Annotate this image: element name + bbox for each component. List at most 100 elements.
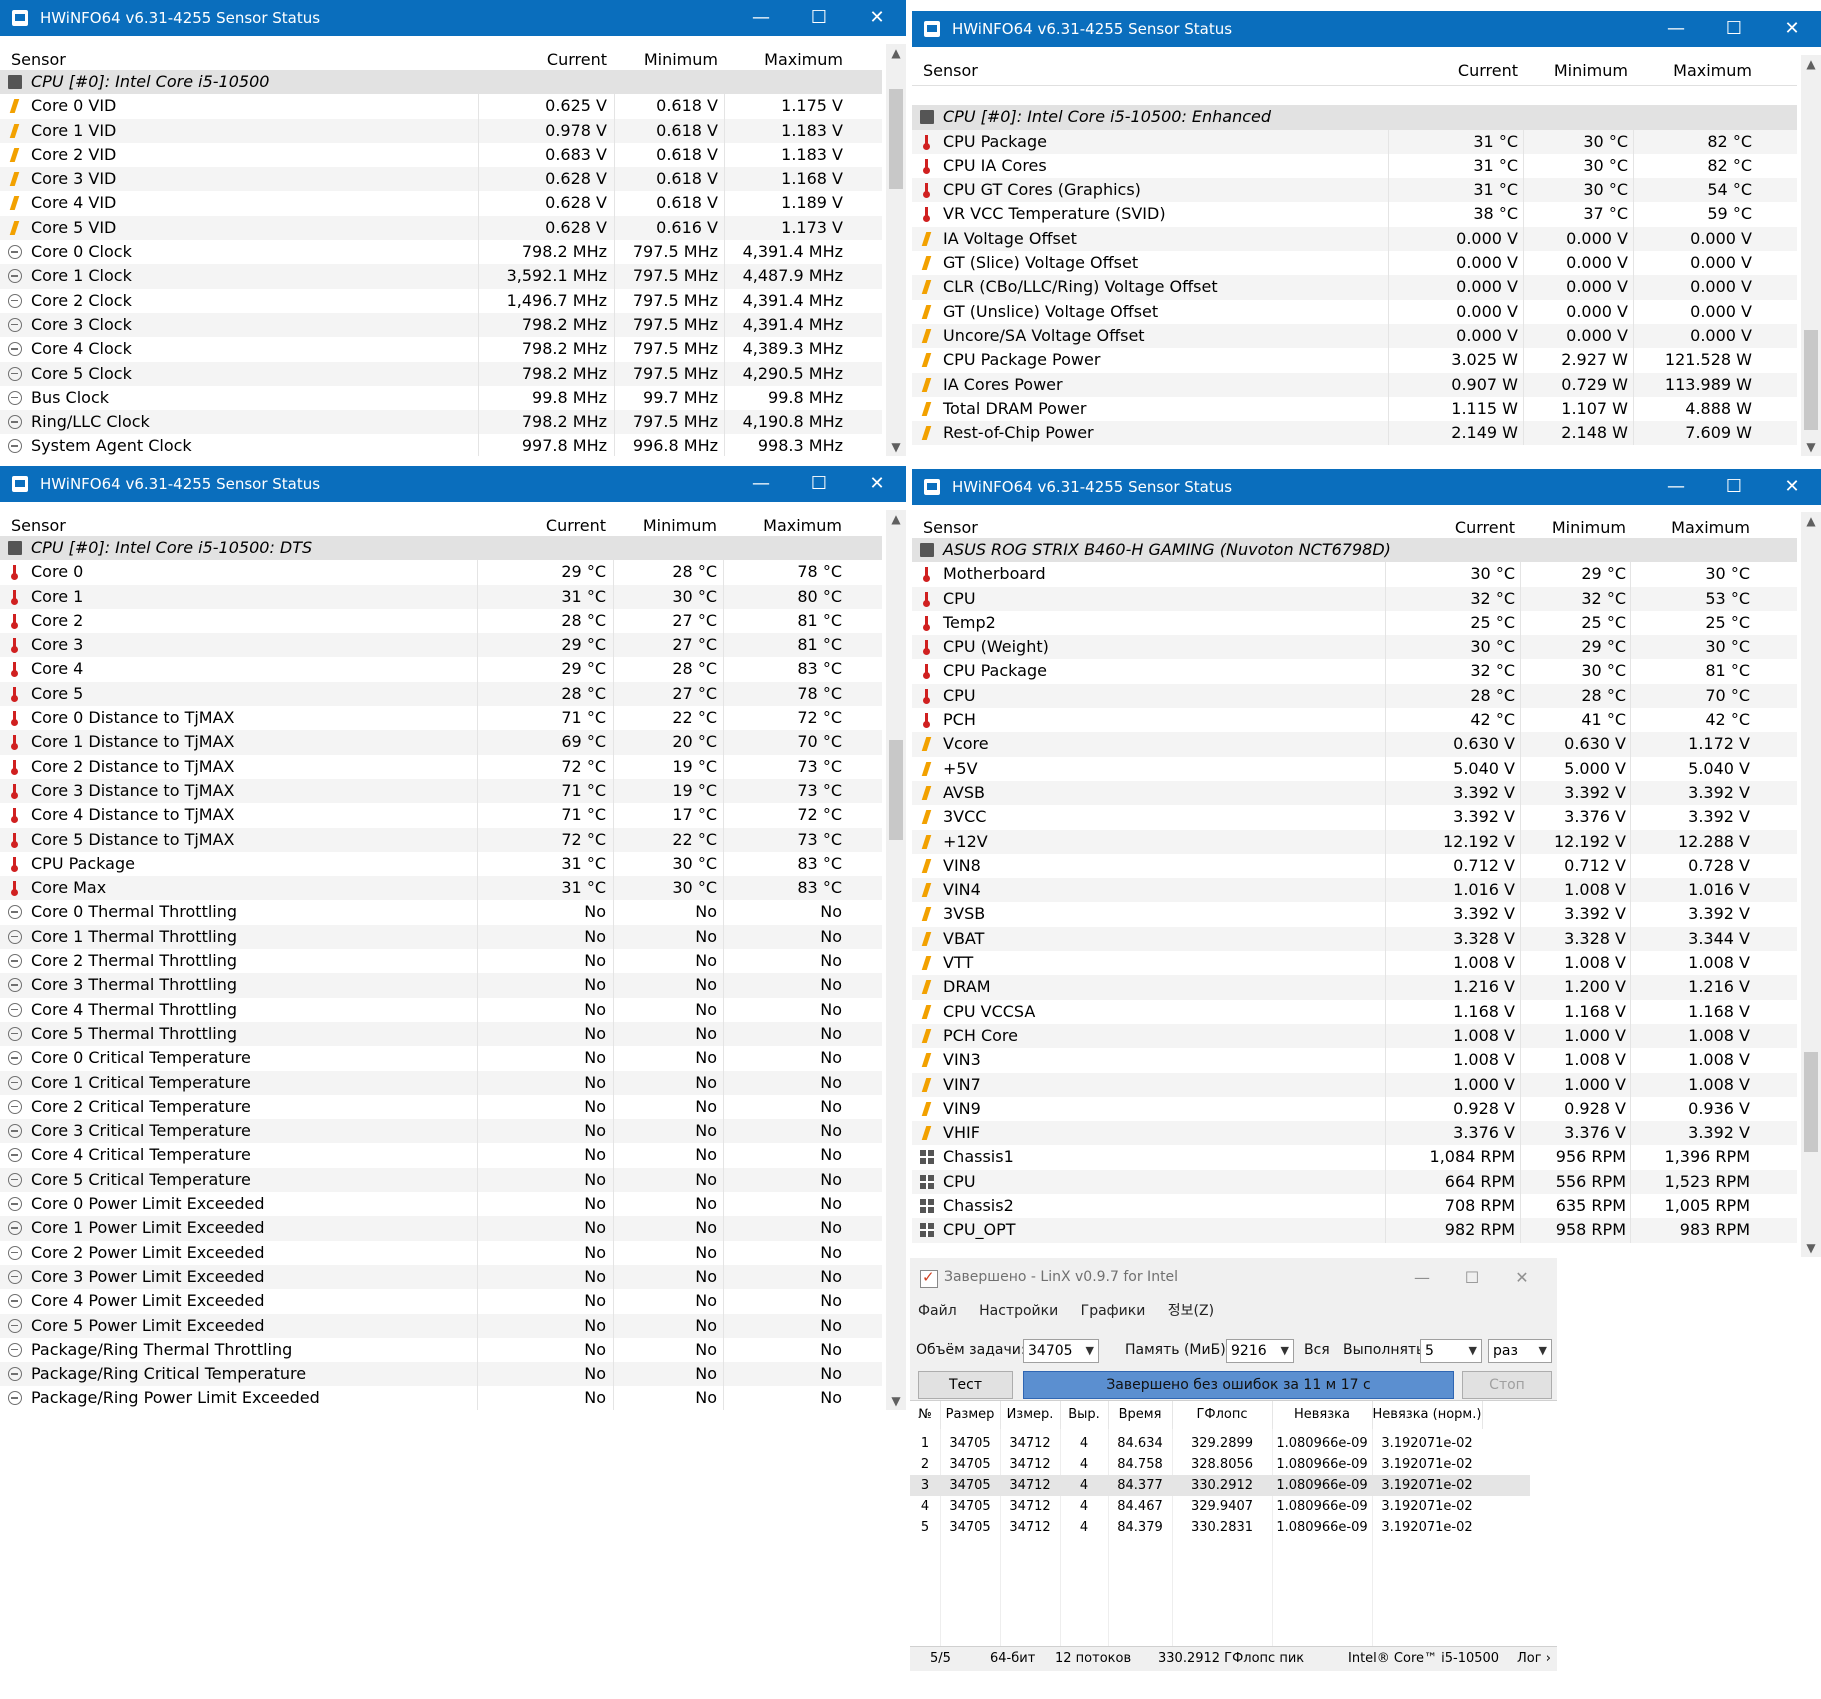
sensor-row[interactable]: CPU Package 31 °C 30 °C 83 °C	[0, 851, 882, 877]
sensor-row[interactable]: CPU 664 RPM 556 RPM 1,523 RPM	[912, 1169, 1797, 1195]
sensor-row[interactable]: Package/Ring Critical Temperature No No No	[0, 1362, 882, 1387]
run-count-select[interactable]: 5 ▼	[1420, 1339, 1482, 1363]
sensor-row[interactable]: Core 4 Distance to TjMAX 71 °C 17 °C 72 °C	[0, 803, 882, 828]
sensor-row[interactable]: Core 2 Power Limit Exceeded No No No	[0, 1240, 882, 1265]
results-column-header[interactable]: Время	[1108, 1401, 1173, 1429]
sensor-row[interactable]: Core 4 29 °C 28 °C 83 °C	[0, 657, 882, 682]
sensor-row[interactable]: CPU IA Cores 31 °C 30 °C 82 °C	[912, 153, 1797, 179]
sensor-row[interactable]: Package/Ring Thermal Throttling No No No	[0, 1337, 882, 1363]
sensor-row[interactable]: Rest-of-Chip Power 2.149 W 2.148 W 7.609 W	[912, 421, 1797, 446]
sensor-row[interactable]: GT (Slice) Voltage Offset 0.000 V 0.000 V 0…	[912, 251, 1797, 276]
all-memory-label[interactable]: Вся	[1304, 1342, 1330, 1358]
sensor-row[interactable]: CPU_OPT 982 RPM 958 RPM 983 RPM	[912, 1218, 1797, 1243]
close-button[interactable]: ✕	[848, 0, 906, 36]
sensor-row[interactable]: VHIF 3.376 V 3.376 V 3.392 V	[912, 1121, 1797, 1146]
sensor-row[interactable]: Motherboard 30 °C 29 °C 30 °C	[912, 562, 1797, 587]
sensor-row[interactable]: Core 5 Thermal Throttling No No No	[0, 1021, 882, 1047]
column-sensor[interactable]: Sensor	[923, 61, 978, 80]
sensor-row[interactable]: Core 0 29 °C 28 °C 78 °C	[0, 560, 882, 585]
column-current[interactable]: Current	[547, 50, 607, 69]
sensor-row[interactable]: Core 3 Power Limit Exceeded No No No	[0, 1264, 882, 1290]
sensor-row[interactable]: Bus Clock 99.8 MHz 99.7 MHz 99.8 MHz	[0, 385, 882, 411]
sensor-group-header[interactable]: ASUS ROG STRIX B460-H GAMING (Nuvoton NC…	[912, 538, 1797, 563]
menu-info[interactable]: 정보(Z)	[1168, 1303, 1214, 1319]
sensor-row[interactable]: Core 2 Distance to TjMAX 72 °C 19 °C 73 °C	[0, 754, 882, 779]
sensor-row[interactable]: Core 0 Critical Temperature No No No	[0, 1046, 882, 1071]
sensor-row[interactable]: CPU Package 32 °C 30 °C 81 °C	[912, 659, 1797, 684]
minimize-button[interactable]: —	[1407, 1268, 1437, 1287]
vertical-scrollbar[interactable]: ▲ ▼	[886, 44, 906, 456]
sensor-row[interactable]: Core 4 Power Limit Exceeded No No No	[0, 1289, 882, 1314]
sensor-row[interactable]: AVSB 3.392 V 3.392 V 3.392 V	[912, 780, 1797, 806]
sensor-row[interactable]: Core 3 Distance to TjMAX 71 °C 19 °C 73 °C	[0, 778, 882, 804]
sensor-row[interactable]: CPU Package Power 3.025 W 2.927 W 121.528 W	[912, 348, 1797, 373]
sensor-row[interactable]: Core 0 Clock 798.2 MHz 797.5 MHz 4,391.4 MH…	[0, 240, 882, 265]
menu-settings[interactable]: Настройки	[979, 1303, 1058, 1319]
scrollbar-thumb[interactable]	[889, 740, 903, 840]
sensor-row[interactable]: Core 1 VID 0.978 V 0.618 V 1.183 V	[0, 118, 882, 143]
sensor-group-header[interactable]: CPU [#0]: Intel Core i5-10500	[0, 70, 882, 95]
column-maximum[interactable]: Maximum	[1671, 518, 1750, 537]
maximize-button[interactable]: ☐	[1457, 1268, 1487, 1287]
sensor-row[interactable]: Temp2 25 °C 25 °C 25 °C	[912, 610, 1797, 636]
scroll-up-icon[interactable]: ▲	[886, 512, 906, 526]
maximize-button[interactable]: ☐	[1705, 11, 1763, 47]
results-column-header[interactable]: ГФлопс	[1172, 1401, 1273, 1429]
sensor-row[interactable]: Package/Ring Power Limit Exceeded No No No	[0, 1386, 882, 1410]
sensor-row[interactable]: VR VCC Temperature (SVID) 38 °C 37 °C 59 °C	[912, 202, 1797, 227]
column-current[interactable]: Current	[546, 516, 606, 535]
sensor-row[interactable]: 3VCC 3.392 V 3.376 V 3.392 V	[912, 805, 1797, 830]
close-button[interactable]: ✕	[1763, 11, 1821, 47]
sensor-row[interactable]: Core 4 VID 0.628 V 0.618 V 1.189 V	[0, 191, 882, 216]
sensor-row[interactable]: Core 1 Distance to TjMAX 69 °C 20 °C 70 °C	[0, 730, 882, 755]
sensor-row[interactable]: Core Max 31 °C 30 °C 83 °C	[0, 876, 882, 901]
results-column-header[interactable]: Размер	[940, 1401, 1001, 1429]
menu-file[interactable]: Файл	[918, 1303, 957, 1319]
sensor-row[interactable]: Ring/LLC Clock 798.2 MHz 797.5 MHz 4,190.8 …	[0, 410, 882, 435]
run-unit-select[interactable]: раз ▼	[1488, 1339, 1552, 1363]
sensor-row[interactable]: GT (Unslice) Voltage Offset 0.000 V 0.000 …	[912, 299, 1797, 324]
sensor-row[interactable]: Core 4 Clock 798.2 MHz 797.5 MHz 4,389.3 MH…	[0, 337, 882, 362]
problem-size-select[interactable]: 34705 ▼	[1023, 1339, 1099, 1363]
sensor-row[interactable]: Core 4 Thermal Throttling No No No	[0, 997, 882, 1022]
sensor-row[interactable]: CPU GT Cores (Graphics) 31 °C 30 °C 54 °C	[912, 178, 1797, 203]
results-column-header[interactable]: Невязка (норм.)	[1372, 1401, 1483, 1429]
column-minimum[interactable]: Minimum	[1554, 61, 1628, 80]
sensor-row[interactable]: VIN8 0.712 V 0.712 V 0.728 V	[912, 853, 1797, 879]
sensor-row[interactable]: CPU 28 °C 28 °C 70 °C	[912, 683, 1797, 709]
sensor-row[interactable]: VIN9 0.928 V 0.928 V 0.936 V	[912, 1096, 1797, 1122]
sensor-row[interactable]: Vcore 0.630 V 0.630 V 1.172 V	[912, 732, 1797, 757]
scroll-up-icon[interactable]: ▲	[886, 46, 906, 60]
sensor-row[interactable]: DRAM 1.216 V 1.200 V 1.216 V	[912, 975, 1797, 1000]
sensor-row[interactable]: Core 3 Clock 798.2 MHz 797.5 MHz 4,391.4 MH…	[0, 312, 882, 338]
sensor-row[interactable]: Core 1 Power Limit Exceeded No No No	[0, 1216, 882, 1241]
close-button[interactable]: ✕	[1763, 469, 1821, 505]
sensor-row[interactable]: Core 5 Distance to TjMAX 72 °C 22 °C 73 °C	[0, 827, 882, 852]
column-maximum[interactable]: Maximum	[1673, 61, 1752, 80]
sensor-row[interactable]: Core 2 Clock 1,496.7 MHz 797.5 MHz 4,391.4 …	[0, 288, 882, 313]
test-button[interactable]: Тест	[918, 1371, 1013, 1399]
column-current[interactable]: Current	[1458, 61, 1518, 80]
sensor-row[interactable]: Core 5 Clock 798.2 MHz 797.5 MHz 4,290.5 MH…	[0, 361, 882, 386]
results-column-header[interactable]: Измер.	[1000, 1401, 1061, 1429]
column-sensor[interactable]: Sensor	[923, 518, 978, 537]
sensor-row[interactable]: PCH 42 °C 41 °C 42 °C	[912, 708, 1797, 733]
scrollbar-thumb[interactable]	[1804, 1052, 1818, 1152]
sensor-row[interactable]: CPU 32 °C 32 °C 53 °C	[912, 586, 1797, 611]
results-column-header[interactable]: Невязка	[1272, 1401, 1373, 1429]
sensor-row[interactable]: VIN4 1.016 V 1.008 V 1.016 V	[912, 878, 1797, 903]
maximize-button[interactable]: ☐	[790, 0, 848, 36]
sensor-row[interactable]: Core 3 Thermal Throttling No No No	[0, 973, 882, 998]
sensor-row[interactable]: Core 2 VID 0.683 V 0.618 V 1.183 V	[0, 142, 882, 168]
sensor-row[interactable]: Chassis2 708 RPM 635 RPM 1,005 RPM	[912, 1194, 1797, 1219]
scroll-down-icon[interactable]: ▼	[886, 440, 906, 454]
sensor-row[interactable]: Core 0 Thermal Throttling No No No	[0, 900, 882, 925]
sensor-row[interactable]: VBAT 3.328 V 3.328 V 3.344 V	[912, 926, 1797, 952]
vertical-scrollbar[interactable]: ▲ ▼	[1801, 512, 1821, 1257]
sensor-row[interactable]: VIN3 1.008 V 1.008 V 1.008 V	[912, 1048, 1797, 1073]
menu-graphs[interactable]: Графики	[1081, 1303, 1146, 1319]
sensor-row[interactable]: Core 0 Distance to TjMAX 71 °C 22 °C 72 °C	[0, 706, 882, 731]
sensor-row[interactable]: CPU Package 31 °C 30 °C 82 °C	[912, 129, 1797, 154]
sensor-row[interactable]: Core 3 VID 0.628 V 0.618 V 1.168 V	[0, 167, 882, 192]
sensor-row[interactable]: PCH Core 1.008 V 1.000 V 1.008 V	[912, 1023, 1797, 1049]
